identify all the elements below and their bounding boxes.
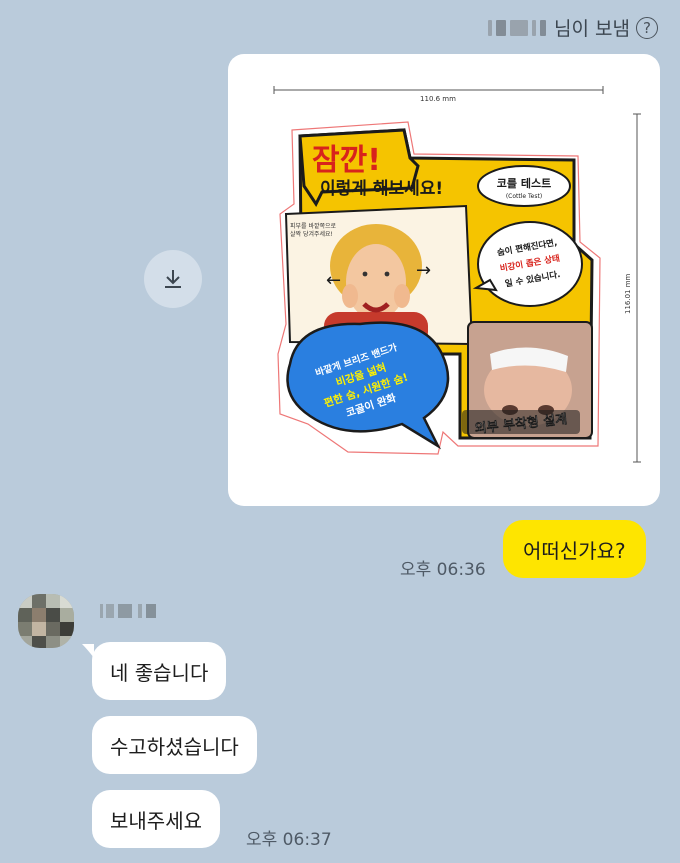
other-message-bubble[interactable]: 보내주세요 bbox=[92, 790, 220, 848]
sender-suffix: 님이 보냄 bbox=[554, 18, 630, 40]
svg-text:←: ← bbox=[326, 270, 341, 291]
image-message[interactable]: 110.6 mm 116.01 mm 잠깐! 이렇게 해보세요! 코를 테스트 … bbox=[228, 54, 660, 506]
download-button[interactable] bbox=[144, 250, 202, 308]
sticker-headline: 잠깐! bbox=[312, 143, 381, 178]
dim-height: 116.01 mm bbox=[624, 273, 632, 314]
avatar[interactable] bbox=[18, 594, 74, 648]
message-time: 오후 06:37 bbox=[246, 830, 332, 850]
message-time: 오후 06:36 bbox=[400, 560, 486, 580]
badge-title: 코를 테스트 bbox=[497, 176, 551, 190]
other-message-bubble[interactable]: 수고하셨습니다 bbox=[92, 716, 257, 774]
my-message-bubble[interactable]: 어떠신가요? bbox=[503, 520, 646, 578]
sticker-image: 110.6 mm 116.01 mm 잠깐! 이렇게 해보세요! 코를 테스트 … bbox=[273, 86, 641, 463]
dim-width: 110.6 mm bbox=[420, 95, 456, 103]
sender-line: 님이 보냄 ? bbox=[486, 14, 658, 41]
blurred-sender-name bbox=[486, 17, 548, 39]
badge-sub: (Cottle Test) bbox=[506, 193, 542, 200]
help-icon[interactable]: ? bbox=[636, 16, 658, 39]
avatar-image bbox=[18, 594, 74, 648]
svg-text:→: → bbox=[416, 260, 431, 281]
blurred-participant-name bbox=[100, 602, 160, 620]
other-message-bubble[interactable]: 네 좋습니다 bbox=[92, 642, 227, 700]
photo-note-2: 살짝 당겨주세요! bbox=[290, 230, 333, 238]
sticker-subhead: 이렇게 해보세요! bbox=[320, 179, 443, 199]
download-icon bbox=[165, 270, 181, 288]
photo-note-1: 피부를 바깥쪽으로 bbox=[290, 222, 337, 230]
